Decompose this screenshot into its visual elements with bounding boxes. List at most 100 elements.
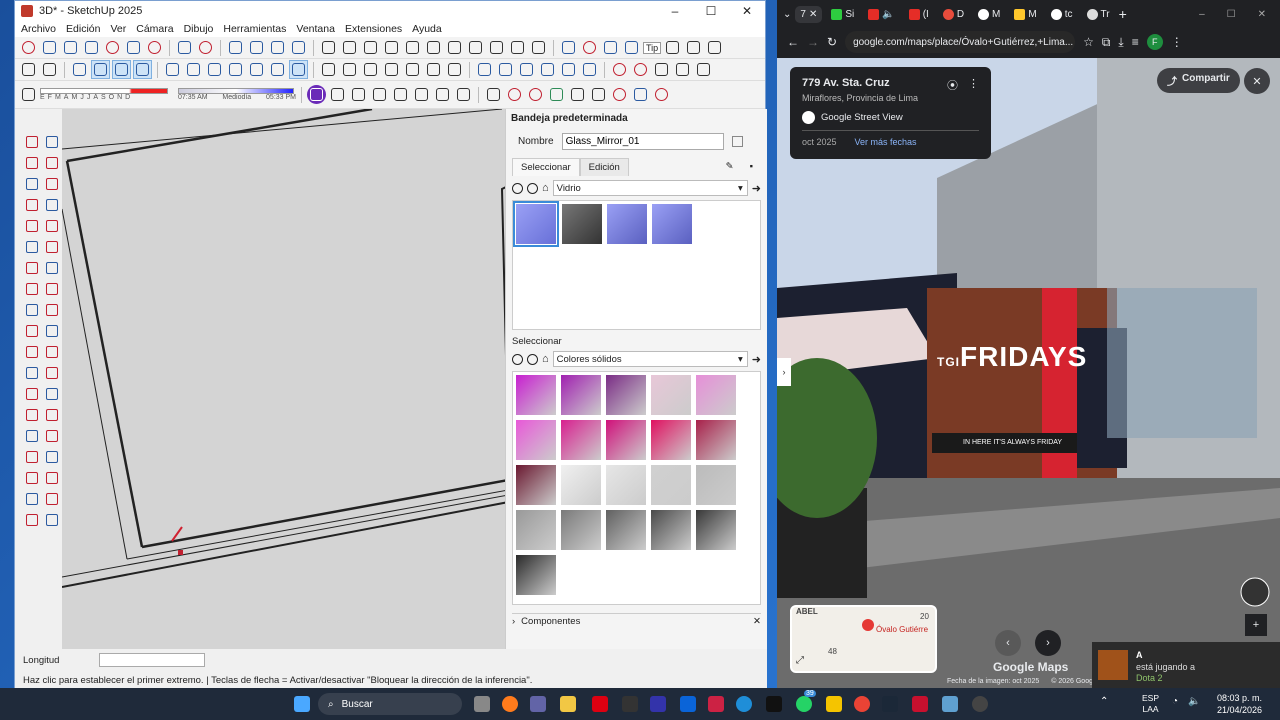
previous-icon[interactable] — [43, 448, 61, 466]
extension-icon-4[interactable] — [673, 60, 692, 79]
explorer-icon[interactable] — [560, 696, 576, 712]
redo-icon[interactable] — [487, 38, 506, 57]
mail-icon[interactable] — [650, 696, 666, 712]
library-dropdown-glass[interactable]: Vidrio ▾ — [552, 180, 748, 196]
task-view-icon[interactable] — [474, 696, 490, 712]
zoom-window-icon[interactable] — [43, 427, 61, 445]
move-icon[interactable] — [23, 280, 41, 298]
walk-icon[interactable] — [196, 38, 215, 57]
copy-icon[interactable] — [403, 38, 422, 57]
maximize-button[interactable]: ☐ — [1227, 9, 1236, 20]
tray-chevron-icon[interactable]: ⌃ — [1100, 696, 1108, 707]
details-arrow-icon[interactable]: ➜ — [752, 353, 761, 366]
top-view-icon[interactable] — [184, 60, 203, 79]
tiktok-icon[interactable] — [766, 696, 782, 712]
cut-icon[interactable] — [382, 38, 401, 57]
wireframe-icon[interactable] — [247, 38, 266, 57]
menu-ayuda[interactable]: Ayuda — [412, 23, 442, 35]
autocad-icon[interactable] — [912, 696, 928, 712]
teams-icon[interactable] — [530, 696, 546, 712]
polygon-icon[interactable] — [43, 217, 61, 235]
plugin-icon[interactable] — [307, 85, 326, 104]
more-icon[interactable]: ⋮ — [968, 77, 979, 103]
sandbox-icon[interactable] — [559, 38, 578, 57]
zoom-extents-icon[interactable] — [103, 38, 122, 57]
extension-icon-2[interactable] — [631, 60, 650, 79]
download-icon[interactable]: ⤓ — [1118, 35, 1123, 50]
store-icon[interactable] — [680, 696, 696, 712]
right-view-icon[interactable] — [226, 60, 245, 79]
back-icon[interactable]: ← — [787, 35, 799, 49]
bottom-view-icon[interactable] — [289, 60, 308, 79]
push-pull-icon[interactable] — [23, 259, 41, 277]
component-icon-5[interactable] — [559, 60, 578, 79]
sketchup-icon[interactable] — [942, 696, 958, 712]
library-dropdown-colors[interactable]: Colores sólidos ▾ — [552, 351, 748, 367]
material-swatch[interactable] — [606, 420, 646, 460]
stamp-icon[interactable] — [580, 38, 599, 57]
material-swatch[interactable] — [562, 204, 602, 244]
add-library-icon[interactable] — [512, 182, 523, 194]
volume-icon[interactable]: 🔈 — [1188, 696, 1200, 707]
iso-view-icon[interactable] — [163, 60, 182, 79]
offset-icon[interactable] — [40, 38, 59, 57]
model-materials-icon[interactable] — [527, 182, 538, 194]
circle-icon[interactable] — [23, 217, 41, 235]
tab[interactable]: Si — [826, 6, 859, 23]
minimize-button[interactable]: – — [657, 4, 693, 18]
move-red-icon[interactable] — [610, 85, 629, 104]
camera-icon[interactable] — [370, 85, 389, 104]
rotated-rect-icon[interactable] — [43, 196, 61, 214]
terrain-icon[interactable] — [568, 85, 587, 104]
solid-intersect-icon[interactable] — [403, 60, 422, 79]
solid-outer-icon[interactable] — [424, 60, 443, 79]
menu-ver[interactable]: Ver — [110, 23, 126, 35]
material-swatch[interactable] — [561, 375, 601, 415]
forward-icon[interactable]: → — [807, 35, 819, 49]
material-swatch[interactable] — [696, 465, 736, 505]
more-dates-link[interactable]: Ver más fechas — [855, 137, 917, 147]
close-panel-icon[interactable]: ✕ — [753, 616, 761, 627]
settings-icon[interactable] — [433, 85, 452, 104]
eyedropper-icon[interactable]: ✎ — [718, 158, 742, 176]
smoove-icon[interactable] — [23, 511, 41, 529]
zoom-in-button[interactable]: + — [1245, 614, 1267, 636]
duplicate-icon[interactable] — [731, 136, 743, 147]
edge-icon[interactable] — [736, 696, 752, 712]
tab-edit[interactable]: Edición — [579, 158, 629, 176]
dimension-icon[interactable] — [43, 322, 61, 340]
tab[interactable]: M — [1009, 6, 1041, 23]
app-icon[interactable] — [622, 696, 638, 712]
move-combo-icon[interactable] — [652, 85, 671, 104]
undo-icon[interactable] — [466, 38, 485, 57]
profile-avatar[interactable]: F — [1146, 34, 1163, 50]
tab-list-icon[interactable]: ⌄ — [783, 9, 791, 20]
tab[interactable]: 🔈 — [863, 6, 899, 23]
material-swatch[interactable] — [651, 510, 691, 550]
lasso-icon[interactable] — [43, 154, 61, 172]
position-camera-icon[interactable] — [43, 385, 61, 403]
reading-list-icon[interactable]: ≡ — [1132, 35, 1139, 49]
line-icon[interactable] — [23, 175, 41, 193]
user-icon[interactable] — [40, 60, 59, 79]
section-plane-icon[interactable] — [23, 385, 41, 403]
smoove-icon[interactable] — [622, 38, 641, 57]
zoom-icon[interactable] — [82, 38, 101, 57]
add-library-icon[interactable] — [512, 353, 523, 365]
bucket-icon[interactable]: ▪ — [742, 158, 761, 176]
solid-split-icon[interactable] — [382, 60, 401, 79]
menu-archivo[interactable]: Archivo — [21, 23, 56, 35]
sandbox-mesh-icon[interactable] — [43, 490, 61, 508]
eraser-icon[interactable] — [43, 133, 61, 151]
eraser-icon[interactable] — [19, 85, 38, 104]
component-icon-6[interactable] — [580, 60, 599, 79]
whatsapp-icon[interactable]: 39 — [796, 690, 816, 712]
shadow-toggle-icon[interactable] — [391, 85, 410, 104]
model-info-icon[interactable] — [529, 38, 548, 57]
measurement-box[interactable] — [99, 653, 206, 667]
arc-icon[interactable] — [23, 238, 41, 256]
orbit-icon[interactable] — [23, 406, 41, 424]
box-icon[interactable] — [328, 85, 347, 104]
offset-icon[interactable] — [43, 259, 61, 277]
drape-icon[interactable] — [601, 38, 620, 57]
